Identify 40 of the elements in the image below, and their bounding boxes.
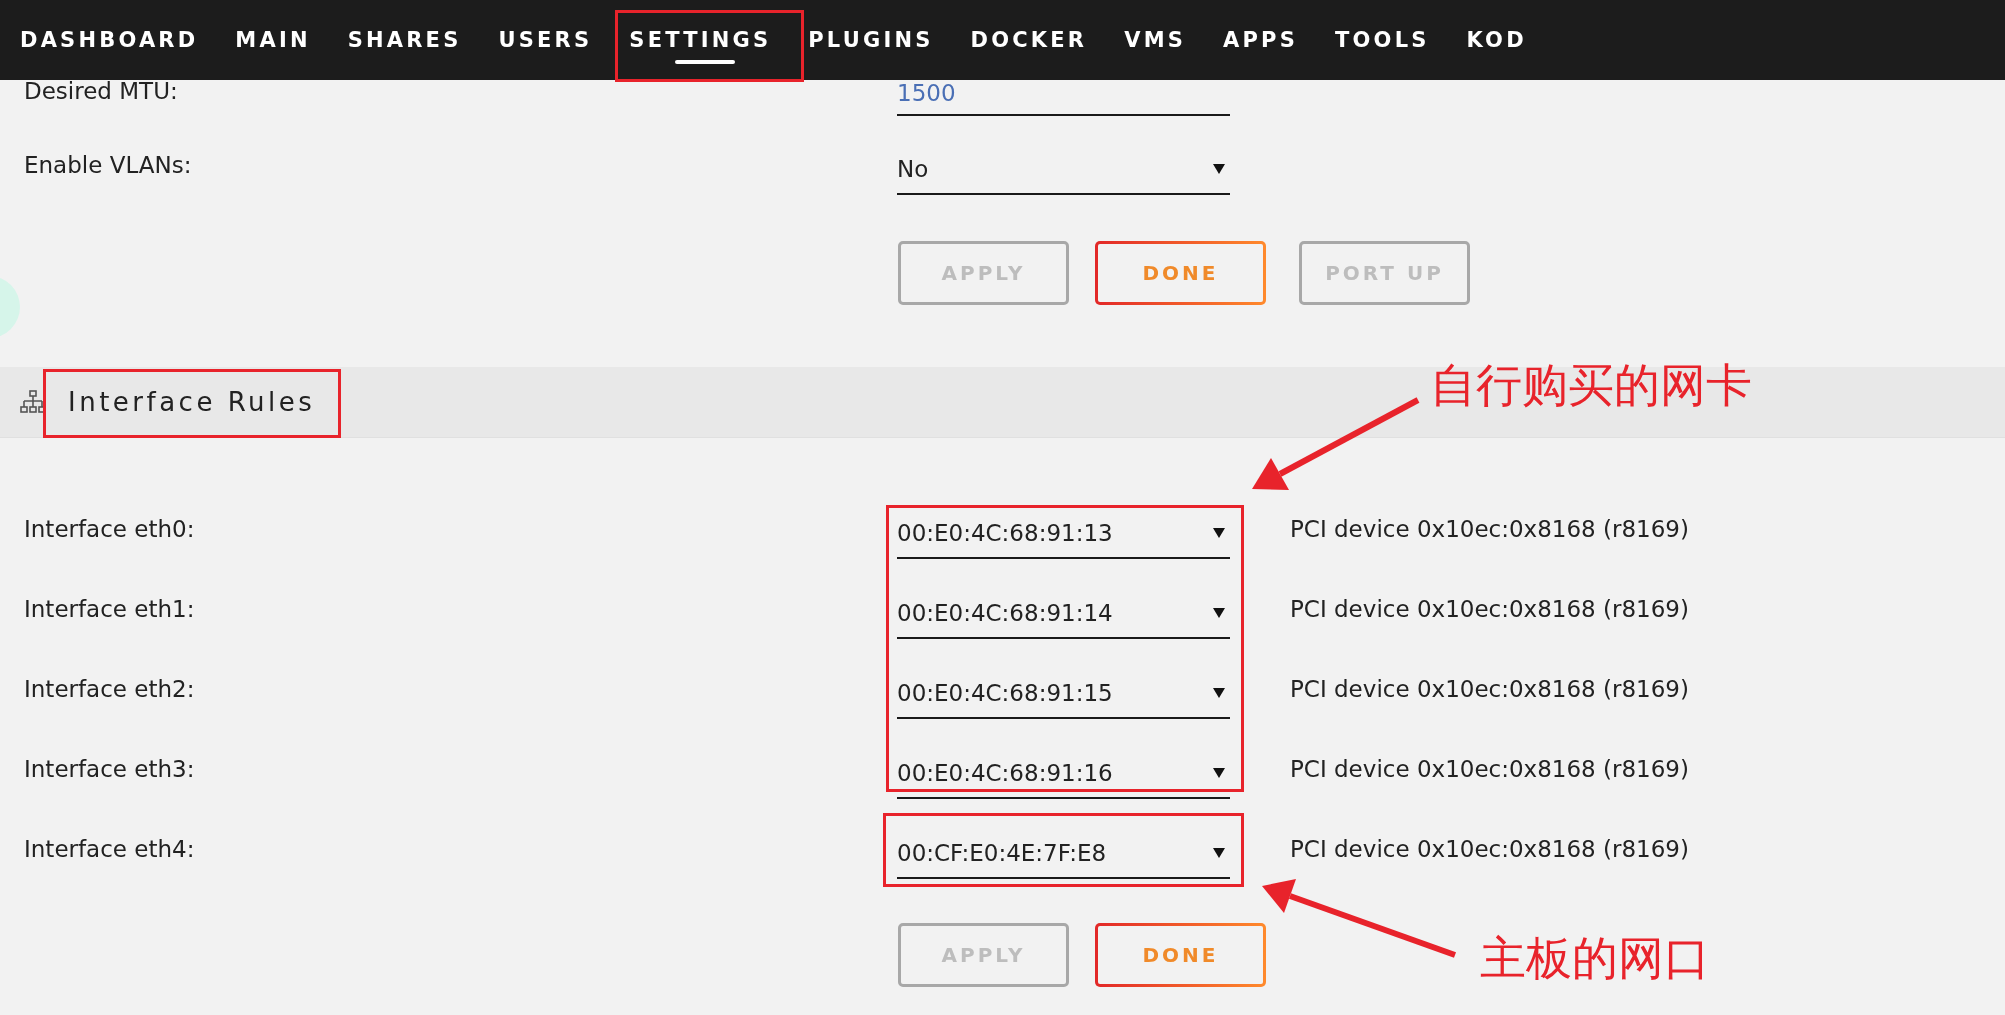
caret-icon [1212,607,1226,619]
setting-label: Desired MTU: [23,78,179,104]
nav-tab[interactable]: PLUGINS [808,0,954,80]
caret-icon [1212,527,1226,539]
device-description: PCI device 0x10ec:0x8168 (r8169) [1290,756,1690,782]
dropdown-field[interactable]: 00:CF:E0:4E:7F:E8 [897,829,1230,879]
nav-tab[interactable]: APPS [1223,0,1319,80]
input-field[interactable]: 1500 [897,80,1230,116]
dropdown-field[interactable]: No [897,145,1230,195]
setting-label: Interface eth0: [23,516,196,542]
device-description: PCI device 0x10ec:0x8168 (r8169) [1290,596,1690,622]
network-tree-icon [20,390,46,414]
annotation-note: 自行购买的网卡 [1430,362,1752,408]
device-description: PCI device 0x10ec:0x8168 (r8169) [1290,516,1690,542]
nav-tab[interactable]: DASHBOARD [20,0,219,80]
setting-label: Interface eth2: [23,676,196,702]
setting-label: Enable VLANs: [23,152,193,178]
caret-icon [1212,163,1226,175]
caret-icon [1212,767,1226,779]
section-title: Interface Rules [68,387,316,417]
nav-tab[interactable]: MAIN [235,0,331,80]
dropdown-field[interactable]: 00:E0:4C:68:91:13 [897,509,1230,559]
caret-icon [1212,847,1226,859]
nav-tab[interactable]: DOCKER [970,0,1108,80]
nav-tab[interactable]: TOOLS [1335,0,1450,80]
device-description: PCI device 0x10ec:0x8168 (r8169) [1290,676,1690,702]
dropdown-field[interactable]: 00:E0:4C:68:91:16 [897,749,1230,799]
setting-label: Interface eth3: [23,756,196,782]
annotation-note: 主板的网口 [1480,935,1710,981]
nav-tab[interactable]: KOD [1466,0,1547,80]
setting-label: Interface eth4: [23,836,196,862]
nav-tab[interactable]: VMS [1124,0,1207,80]
nav-tab[interactable]: SHARES [347,0,482,80]
nav-tab[interactable]: SETTINGS [629,0,792,80]
dropdown-field[interactable]: 00:E0:4C:68:91:15 [897,669,1230,719]
setting-label: Interface eth1: [23,596,196,622]
device-description: PCI device 0x10ec:0x8168 (r8169) [1290,836,1690,862]
caret-icon [1212,687,1226,699]
nav-tab[interactable]: USERS [498,0,613,80]
dropdown-field[interactable]: 00:E0:4C:68:91:14 [897,589,1230,639]
